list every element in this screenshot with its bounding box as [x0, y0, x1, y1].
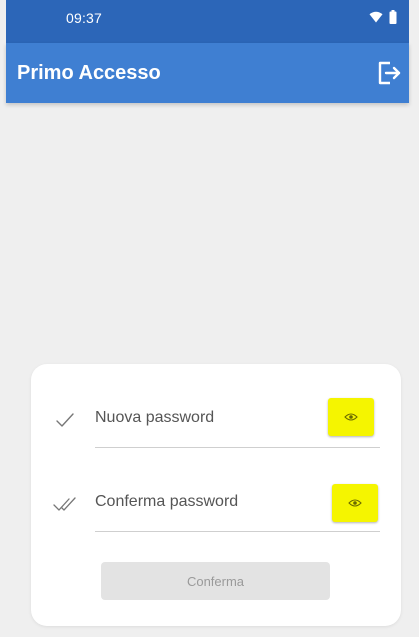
status-bar: 09:37	[6, 0, 409, 43]
new-password-underline	[95, 447, 380, 448]
confirm-password-underline	[95, 531, 380, 532]
confirm-password-field	[31, 478, 401, 538]
double-check-icon	[53, 497, 76, 511]
eye-icon	[348, 499, 362, 507]
status-time: 09:37	[66, 10, 103, 26]
password-card: Conferma	[31, 364, 401, 626]
new-password-input[interactable]	[95, 402, 315, 434]
eye-icon	[344, 413, 358, 421]
new-password-field	[31, 394, 401, 454]
page-title: Primo Accesso	[17, 62, 161, 84]
battery-icon	[389, 10, 397, 24]
logout-button[interactable]	[373, 57, 405, 89]
show-new-password-button[interactable]	[328, 398, 374, 436]
wifi-icon	[369, 11, 383, 23]
confirm-button[interactable]: Conferma	[101, 562, 330, 600]
app-bar: Primo Accesso	[6, 43, 409, 103]
logout-icon	[378, 61, 401, 85]
status-icons	[369, 10, 397, 24]
show-confirm-password-button[interactable]	[332, 484, 378, 522]
confirm-password-input[interactable]	[95, 486, 315, 518]
check-icon	[56, 413, 74, 427]
